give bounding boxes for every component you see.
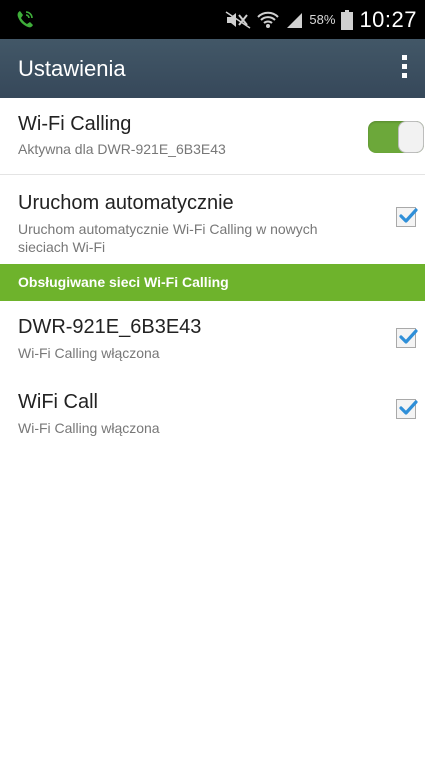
- screen-title: Ustawienia: [18, 56, 126, 81]
- battery-percent: 58%: [309, 12, 336, 27]
- network-checkbox[interactable]: [396, 399, 418, 419]
- section-label: Obsługiwane sieci Wi-Fi Calling: [18, 274, 229, 290]
- network-name: DWR-921E_6B3E43: [18, 316, 202, 338]
- status-bar: 58% 10:27: [0, 0, 425, 39]
- status-icons: 58% 10:27: [225, 0, 417, 39]
- auto-start-checkbox[interactable]: [396, 207, 418, 227]
- wifi-calling-row[interactable]: Wi-Fi Calling Aktywna dla DWR-921E_6B3E4…: [0, 98, 425, 174]
- wifi-calling-title: Wi-Fi Calling: [18, 113, 132, 135]
- checkmark-icon: [399, 208, 418, 223]
- network-checkbox[interactable]: [396, 328, 418, 348]
- network-row[interactable]: DWR-921E_6B3E43 Wi-Fi Calling włączona: [0, 301, 425, 377]
- network-row[interactable]: WiFi Call Wi-Fi Calling włączona: [0, 377, 425, 453]
- auto-start-row[interactable]: Uruchom automatycznie Uruchom automatycz…: [0, 175, 425, 264]
- auto-start-subtitle-line1: Uruchom automatycznie Wi-Fi Calling w no…: [18, 221, 318, 237]
- section-header: Obsługiwane sieci Wi-Fi Calling: [0, 264, 425, 301]
- battery-icon: [341, 9, 354, 30]
- checkmark-icon: [399, 329, 418, 344]
- network-status: Wi-Fi Calling włączona: [18, 345, 160, 361]
- settings-screen: 58% 10:27 Ustawienia Wi-Fi Calling Aktyw…: [0, 0, 425, 758]
- wifi-calling-subtitle: Aktywna dla DWR-921E_6B3E43: [18, 141, 226, 157]
- toggle-knob: [398, 121, 424, 153]
- network-status: Wi-Fi Calling włączona: [18, 420, 160, 436]
- overflow-menu-icon[interactable]: [401, 55, 409, 83]
- clock: 10:27: [359, 6, 417, 32]
- signal-icon: [287, 12, 303, 28]
- wifi-icon: [257, 11, 280, 28]
- wifi-calling-icon: [17, 11, 33, 28]
- wifi-calling-toggle[interactable]: [368, 121, 424, 153]
- auto-start-title: Uruchom automatycznie: [18, 192, 234, 214]
- network-name: WiFi Call: [18, 391, 98, 413]
- mute-icon: [225, 10, 251, 29]
- action-bar: Ustawienia: [0, 39, 425, 98]
- auto-start-subtitle-line2: sieciach Wi-Fi: [18, 239, 106, 255]
- checkmark-icon: [399, 400, 418, 415]
